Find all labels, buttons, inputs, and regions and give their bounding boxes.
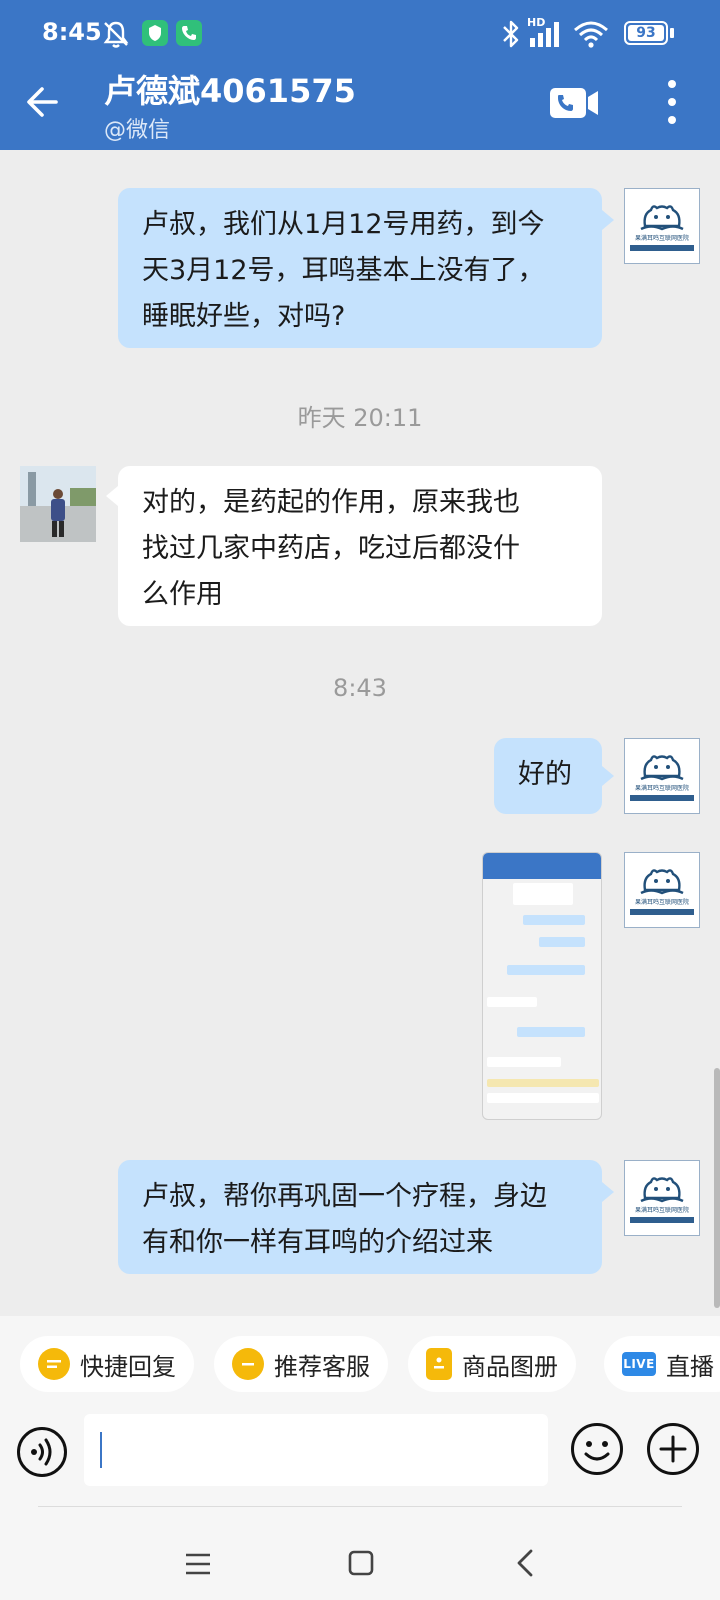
store-avatar-bar [630,244,694,251]
chat-scrollbar[interactable] [714,1068,720,1308]
store-avatar-bar [630,908,694,915]
store-avatar-bar [630,1216,694,1223]
chat-subtitle: @微信 [104,118,171,143]
thumbnail-row [539,937,585,947]
thumbnail-row [487,1057,561,1067]
chip-label: 快捷回复 [80,1352,176,1381]
timestamp: 昨天 20:11 [297,404,423,432]
timestamp: 8:43 [333,674,387,702]
thumbnail-row [487,1079,599,1087]
store-avatar-text: 果满耳鸣互联网医院 [634,1206,689,1214]
divider [38,1506,682,1507]
thumbnail-row [517,1027,585,1037]
message-line: 好的 [518,759,572,790]
contact-avatar[interactable] [20,466,96,542]
catalog-icon [426,1348,452,1380]
mute-icon [103,21,129,48]
message-line: 天3月12号，耳鸣基本上没有了， [142,255,545,286]
quick-reply-icon [38,1348,70,1380]
bluetooth-icon [503,20,519,48]
store-avatar-text: 果满耳鸣互联网医院 [634,898,689,906]
wifi-icon [574,21,608,48]
store-avatar-text: 果满耳鸣互联网医院 [634,234,689,242]
thumbnail-row [523,915,585,925]
store-avatar[interactable]: 果满耳鸣互联网医院 [624,1160,700,1236]
bubble-tail [602,1182,614,1202]
message-line: 对的，是药起的作用，原来我也 [142,487,520,518]
thumbnail-row [513,883,573,905]
product-catalog-chip[interactable]: 商品图册 [408,1336,576,1392]
live-icon: LIVE [622,1352,656,1376]
message-line: 么作用 [142,579,223,610]
store-avatar-text: 果满耳鸣互联网医院 [634,784,689,792]
home-icon[interactable] [348,1550,374,1576]
emoji-icon[interactable] [570,1422,624,1476]
more-options-icon[interactable] [660,78,684,126]
battery-level: 93 [628,25,664,41]
message-line: 卢叔，帮你再巩固一个疗程，身边 [142,1181,547,1212]
battery-icon: 93 [624,21,668,45]
chat-header: 8:45 HD 93 卢德斌4061575 @微信 [0,0,720,150]
message-bubble-outgoing[interactable]: 卢叔，我们从1月12号用药，到今 天3月12号，耳鸣基本上没有了， 睡眠好些，对… [118,188,602,348]
quick-reply-chip[interactable]: 快捷回复 [20,1336,194,1392]
menu-icon[interactable] [184,1552,212,1576]
image-message-thumbnail[interactable] [482,852,602,1120]
bubble-tail [106,486,118,506]
store-avatar-bar [630,794,694,801]
message-bubble-outgoing[interactable]: 好的 [494,738,602,814]
chip-label: 推荐客服 [274,1352,370,1381]
chat-title: 卢德斌4061575 [104,72,356,110]
recommend-service-chip[interactable]: 推荐客服 [214,1336,388,1392]
hippo-logo-icon [640,754,684,780]
message-line: 睡眠好些，对吗? [142,301,346,332]
video-call-icon[interactable] [548,86,600,120]
store-avatar[interactable]: 果满耳鸣互联网医院 [624,188,700,264]
message-line: 有和你一样有耳鸣的介绍过来 [142,1227,493,1258]
add-more-icon[interactable] [646,1422,700,1476]
bubble-tail [602,766,614,786]
text-caret [100,1432,102,1468]
bubble-tail [602,210,614,230]
signal-icon [530,22,559,47]
service-icon [232,1348,264,1380]
nav-back-icon[interactable] [516,1548,534,1578]
status-time: 8:45 [42,18,102,46]
chip-label: 商品图册 [462,1352,558,1381]
thumbnail-row [507,965,585,975]
contact-photo [20,466,96,542]
hippo-logo-icon [640,868,684,894]
message-bubble-outgoing[interactable]: 卢叔，帮你再巩固一个疗程，身边 有和你一样有耳鸣的介绍过来 [118,1160,602,1274]
back-arrow-icon[interactable] [22,80,66,124]
security-badge-icon [142,20,168,46]
hippo-logo-icon [640,204,684,230]
live-chip[interactable]: LIVE 直播 [604,1336,720,1392]
call-badge-icon [176,20,202,46]
thumbnail-row [487,997,537,1007]
chip-label: 直播 [666,1352,714,1381]
message-input[interactable] [84,1414,548,1486]
message-line: 找过几家中药店，吃过后都没什 [142,533,520,564]
hippo-logo-icon [640,1176,684,1202]
thumbnail-row [487,1093,599,1103]
store-avatar[interactable]: 果满耳鸣互联网医院 [624,738,700,814]
message-line: 卢叔，我们从1月12号用药，到今 [142,209,545,240]
battery-tip [670,28,674,38]
voice-input-icon[interactable] [16,1426,68,1478]
message-bubble-incoming[interactable]: 对的，是药起的作用，原来我也 找过几家中药店，吃过后都没什 么作用 [118,466,602,626]
thumbnail-header [483,853,601,879]
store-avatar[interactable]: 果满耳鸣互联网医院 [624,852,700,928]
composer-panel: 快捷回复 推荐客服 商品图册 LIVE 直播 [0,1316,720,1600]
